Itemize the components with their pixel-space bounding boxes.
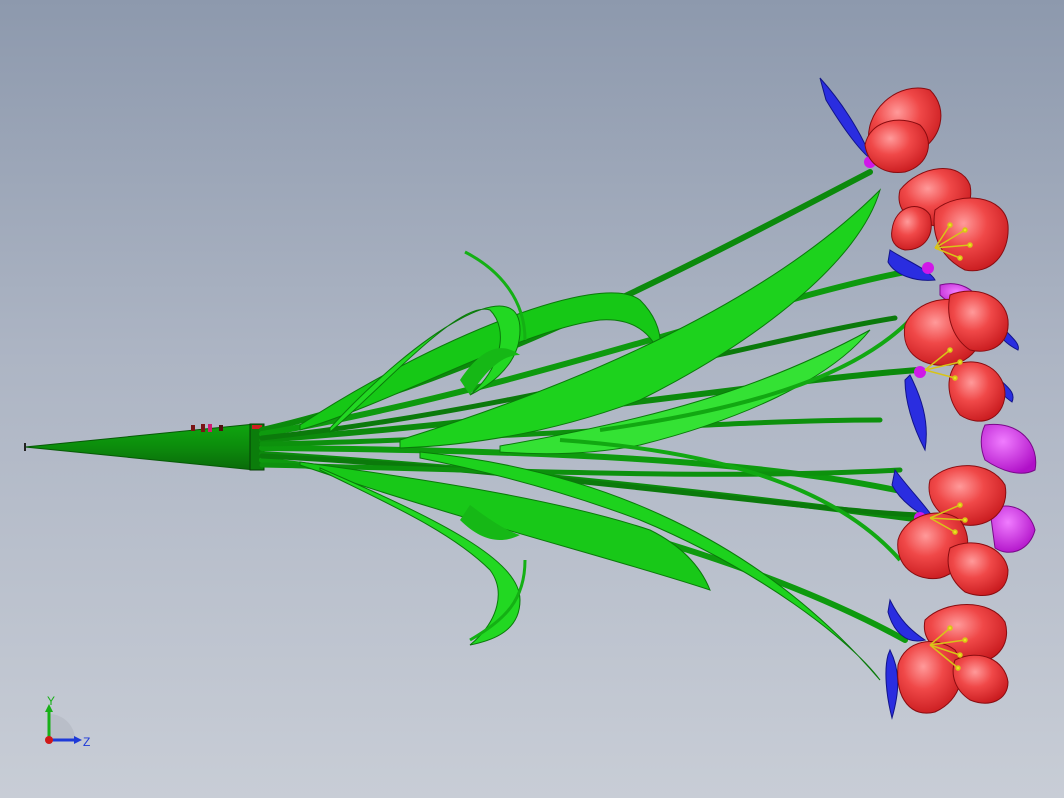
z-axis-label: Z xyxy=(83,735,90,749)
flower-bouquet-model[interactable] xyxy=(0,0,1064,798)
wrapper-cone xyxy=(24,423,265,471)
orientation-triad: Y Z xyxy=(45,696,90,749)
flower-1 xyxy=(864,87,942,174)
origin-dot xyxy=(45,736,53,744)
flowers xyxy=(864,87,1009,714)
flower-5 xyxy=(897,604,1009,714)
flower-2 xyxy=(891,168,1009,272)
leaves xyxy=(299,188,912,681)
y-axis-label: Y xyxy=(47,696,55,708)
graphics-viewport[interactable]: Y Z xyxy=(0,0,1064,798)
